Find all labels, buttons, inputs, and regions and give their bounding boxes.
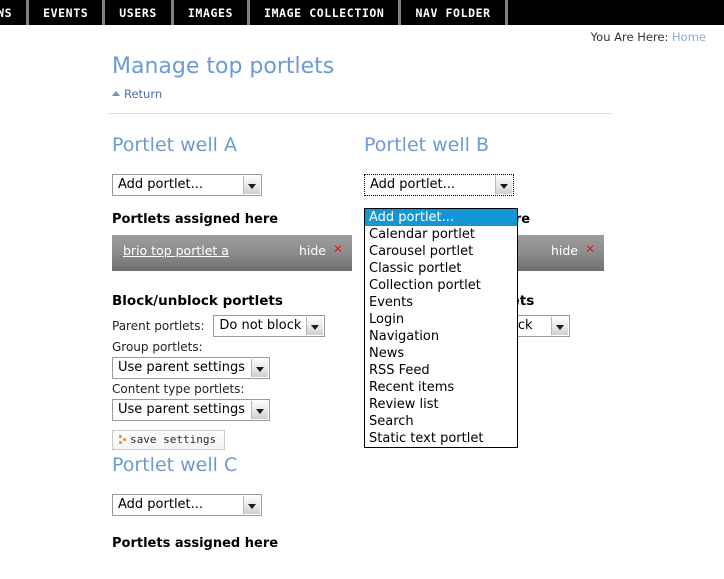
chevron-down-icon [243,176,260,194]
arrow-up-icon [112,91,120,96]
portlet-hide-link[interactable]: hide [299,243,326,258]
save-settings-label-a: save settings [130,433,217,446]
group-portlets-select-a[interactable]: Use parent settings [112,357,270,379]
add-portlet-select-c-value: Add portlet... [118,497,204,512]
dropdown-option[interactable]: News [365,345,517,362]
portlet-well-b-title: Portlet well B [364,134,489,156]
content-region: Manage top portlets Return Portlet well … [0,52,724,551]
group-portlets-label-a: Group portlets: [112,340,203,354]
nav-item-events[interactable]: EVENTS [29,0,103,25]
portlet-well-c: Portlet well C Add portlet... Portlets a… [112,454,362,559]
chevron-down-icon [251,401,268,419]
nav-item-image-collection[interactable]: IMAGE COLLECTION [250,0,399,25]
parent-portlets-select-a[interactable]: Do not block [213,315,326,337]
block-unblock-header-b: lets [506,293,535,309]
nav-item-image-collection-label: IMAGE COLLECTION [264,5,385,20]
chevron-down-icon [495,176,512,194]
breadcrumb-prefix: You Are Here: [590,30,669,44]
parent-portlets-row-a: Parent portlets: Do not block [112,315,362,337]
add-portlet-dropdown-list[interactable]: Add portlet... Calendar portlet Carousel p… [364,208,518,448]
chevron-down-icon [551,317,568,335]
parent-portlets-select-a-value: Do not block [219,318,302,333]
group-portlets-select-a-value: Use parent settings [118,360,246,375]
save-settings-button-a[interactable]: save settings [112,430,226,450]
breadcrumb-link-home[interactable]: Home [672,30,706,44]
dropdown-option[interactable]: Recent items [365,379,517,396]
chevron-down-icon [243,496,260,514]
chevron-down-icon [306,317,324,335]
add-portlet-select-a[interactable]: Add portlet... [112,174,262,196]
close-icon[interactable]: ✕ [585,242,595,256]
dropdown-option[interactable]: Collection portlet [365,277,517,294]
nav-item-nav-folder-label: NAV FOLDER [415,5,491,20]
dropdown-option[interactable]: Events [365,294,517,311]
nav-item-images-label: IMAGES [187,5,234,20]
add-portlet-select-b-value: Add portlet... [370,177,456,192]
dropdown-option[interactable]: Review list [365,396,517,413]
return-link[interactable]: Return [124,87,162,101]
nav-item-news-label: NEWS [0,5,13,20]
portlet-well-a-title: Portlet well A [112,134,237,156]
content-type-portlets-select-a-value: Use parent settings [118,402,246,417]
dropdown-option[interactable]: Classic portlet [365,260,517,277]
close-icon[interactable]: ✕ [333,242,343,256]
return-row: Return [0,82,724,101]
add-portlet-select-b[interactable]: Add portlet... [364,174,514,196]
chevron-down-icon [251,359,268,377]
breadcrumb: You Are Here: Home [591,30,706,44]
block-unblock-section-a: Block/unblock portlets Parent portlets: … [112,293,362,450]
dropdown-option[interactable]: Login [365,311,517,328]
page-title: Manage top portlets [112,54,335,79]
nav-item-events-label: EVENTS [43,5,89,20]
title-divider [108,113,612,114]
content-type-portlets-select-a[interactable]: Use parent settings [112,399,270,421]
add-portlet-select-a-value: Add portlet... [118,177,204,192]
portlet-wells-row: Portlet well A Add portlet... Portlets a… [0,134,724,551]
nav-item-users-label: USERS [119,5,157,20]
parent-portlets-label-a: Parent portlets: [112,318,205,333]
nav-separator [504,0,508,25]
portlet-well-c-title: Portlet well C [112,454,238,476]
dropdown-option[interactable]: Search [365,413,517,430]
dropdown-option[interactable]: Calendar portlet [365,226,517,243]
add-portlet-select-c[interactable]: Add portlet... [112,494,262,516]
dropdown-option[interactable]: Navigation [365,328,517,345]
portlet-name-link[interactable]: brio top portlet a [123,243,229,258]
content-type-portlets-row-a: Use parent settings [112,399,362,421]
dropdown-option[interactable]: Add portlet... [365,209,517,226]
portlets-assigned-header-a: Portlets assigned here [112,212,279,227]
nav-item-nav-folder[interactable]: NAV FOLDER [401,0,505,25]
block-unblock-header-a: Block/unblock portlets [112,293,283,309]
dropdown-option[interactable]: Static text portlet [365,430,517,447]
portlets-assigned-header-c: Portlets assigned here [112,536,279,551]
nav-item-news[interactable]: NEWS [0,0,27,25]
content-type-portlets-label-a: Content type portlets: [112,382,245,396]
top-navbar: NEWS EVENTS USERS IMAGES IMAGE COLLECTIO… [0,0,724,25]
nav-item-users[interactable]: USERS [105,0,171,25]
dropdown-option[interactable]: Carousel portlet [365,243,517,260]
group-portlets-row-a: Use parent settings [112,357,362,379]
portlet-row[interactable]: brio top portlet a hide ✕ [112,235,352,271]
dropdown-option[interactable]: RSS Feed [365,362,517,379]
portlet-well-a: Portlet well A Add portlet... Portlets a… [112,134,362,450]
portlet-hide-link[interactable]: hide [551,243,578,258]
nav-item-images[interactable]: IMAGES [173,0,248,25]
save-icon [119,435,126,444]
